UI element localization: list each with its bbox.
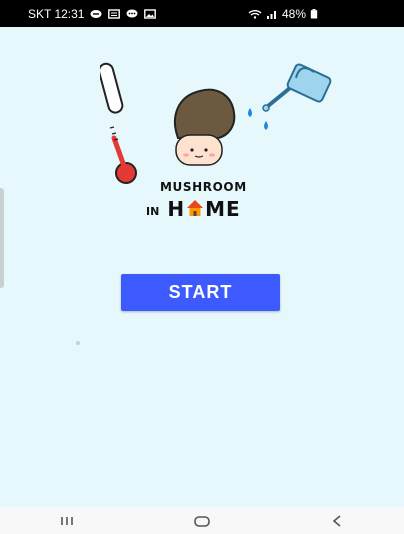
signal-icon bbox=[266, 10, 276, 19]
mushroom-character-icon bbox=[174, 88, 236, 166]
recent-apps-button[interactable] bbox=[37, 507, 97, 534]
wifi-icon bbox=[248, 9, 262, 19]
recent-apps-icon bbox=[61, 516, 74, 525]
chat-icon bbox=[126, 9, 138, 17]
start-button[interactable]: START bbox=[121, 274, 280, 311]
app-screen: SKT 12:31 48% MUSHROOM IN H ME START bbox=[0, 0, 404, 534]
battery-icon bbox=[310, 8, 318, 18]
battery-percent: 48% bbox=[281, 6, 306, 21]
home-button[interactable] bbox=[172, 507, 232, 534]
thermometer-icon bbox=[100, 62, 137, 184]
mail-icon bbox=[108, 8, 121, 19]
logo-home-tail: ME bbox=[205, 197, 241, 221]
back-button[interactable] bbox=[307, 507, 367, 534]
home-icon bbox=[194, 515, 210, 527]
status-bar: SKT 12:31 48% bbox=[0, 0, 404, 27]
house-icon bbox=[187, 200, 204, 216]
carrier-time: SKT 12:31 bbox=[28, 6, 85, 21]
message-icon bbox=[90, 9, 102, 18]
image-icon bbox=[144, 8, 157, 19]
edge-panel-handle[interactable] bbox=[0, 188, 4, 288]
decorative-dot bbox=[76, 341, 80, 345]
logo-title-mushroom: MUSHROOM bbox=[160, 180, 247, 194]
back-icon bbox=[332, 514, 341, 527]
navigation-bar bbox=[0, 507, 404, 534]
logo-home-h: H bbox=[167, 197, 186, 221]
logo-in-text: IN bbox=[146, 205, 160, 218]
logo-subtitle: IN H ME bbox=[146, 197, 241, 221]
logo-home-text: H ME bbox=[167, 197, 240, 221]
watering-can-icon bbox=[262, 63, 332, 112]
